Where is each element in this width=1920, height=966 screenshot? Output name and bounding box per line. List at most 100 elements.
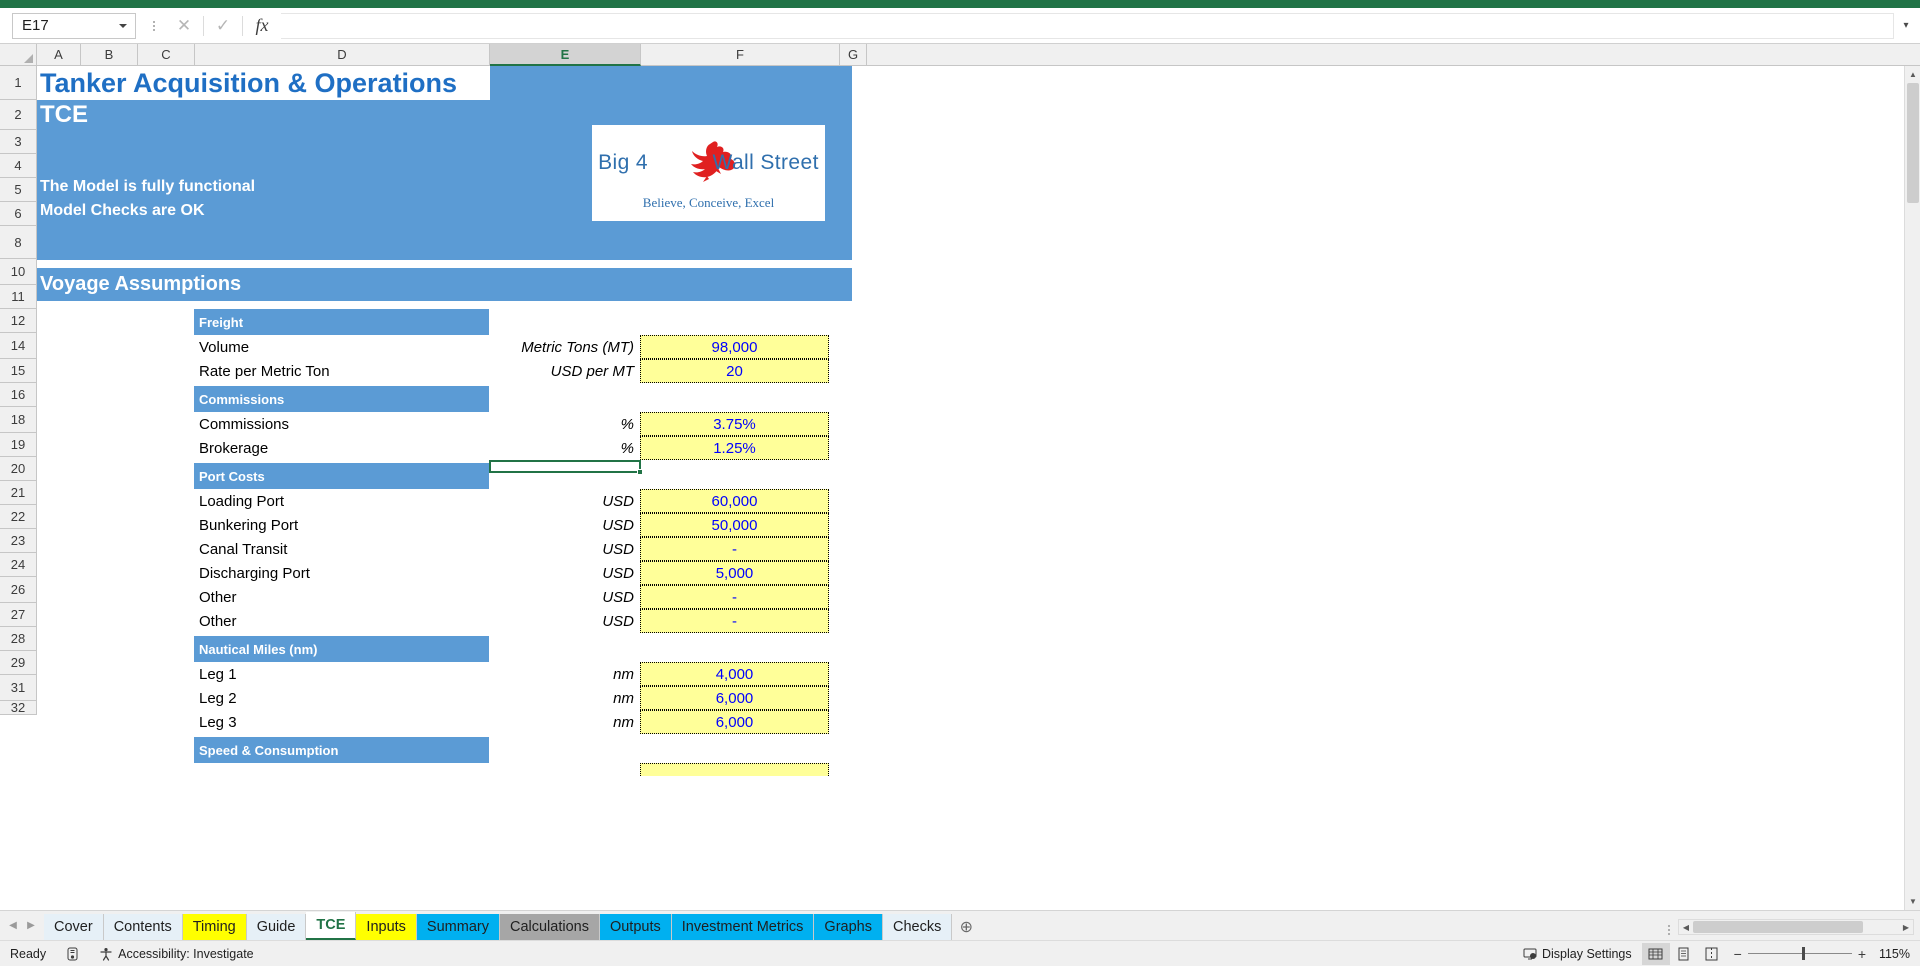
column-header-E[interactable]: E xyxy=(490,44,641,66)
row-header-28[interactable]: 28 xyxy=(0,627,37,651)
scroll-right-button[interactable]: ▶ xyxy=(1899,923,1913,932)
input-cell-speed-partial[interactable] xyxy=(640,763,829,776)
input-cell-commissions[interactable]: 3.75% xyxy=(640,412,829,436)
zoom-slider[interactable]: − + xyxy=(1726,946,1874,962)
row-header-16[interactable]: 16 xyxy=(0,383,37,407)
tab-split-handle[interactable] xyxy=(1668,924,1670,935)
input-cell-other-2[interactable]: - xyxy=(640,609,829,633)
row-header-27[interactable]: 27 xyxy=(0,603,37,627)
input-cell-discharging-port[interactable]: 5,000 xyxy=(640,561,829,585)
row-header-1[interactable]: 1 xyxy=(0,66,37,100)
zoom-out-button[interactable]: − xyxy=(1734,946,1742,962)
sheet-tab-checks[interactable]: Checks xyxy=(882,914,953,940)
confirm-formula-button[interactable]: ✓ xyxy=(204,13,242,39)
row-header-8[interactable]: 8 xyxy=(0,226,37,259)
row-header-10[interactable]: 10 xyxy=(0,259,37,285)
row-header-6[interactable]: 6 xyxy=(0,202,37,226)
row-header-2[interactable]: 2 xyxy=(0,100,37,130)
sheet-tab-timing[interactable]: Timing xyxy=(182,914,247,940)
accessibility-label: Accessibility: Investigate xyxy=(118,946,254,961)
row-header-19[interactable]: 19 xyxy=(0,433,37,457)
row-header-12[interactable]: 12 xyxy=(0,309,37,333)
sheet-tab-outputs[interactable]: Outputs xyxy=(599,914,672,940)
row-header-18[interactable]: 18 xyxy=(0,407,37,433)
vertical-scroll-thumb[interactable] xyxy=(1907,83,1919,203)
row-header-32[interactable]: 32 xyxy=(0,701,37,715)
sheet-tab-cover[interactable]: Cover xyxy=(44,914,104,940)
input-cell-brokerage[interactable]: 1.25% xyxy=(640,436,829,460)
macro-record-button[interactable] xyxy=(56,947,89,961)
scroll-up-button[interactable]: ▲ xyxy=(1905,66,1920,83)
sheet-tab-calculations[interactable]: Calculations xyxy=(499,914,600,940)
input-cell-leg-3[interactable]: 6,000 xyxy=(640,710,829,734)
sheet-tab-guide[interactable]: Guide xyxy=(246,914,307,940)
page-break-icon[interactable] xyxy=(1698,943,1726,965)
normal-view-icon[interactable] xyxy=(1641,942,1670,965)
column-header-G[interactable]: G xyxy=(840,44,867,66)
zoom-track[interactable] xyxy=(1747,947,1852,960)
selected-cell-E17[interactable] xyxy=(489,460,641,473)
display-settings-button[interactable]: Display Settings xyxy=(1513,947,1642,961)
row-header-24[interactable]: 24 xyxy=(0,553,37,577)
expand-formula-bar-button[interactable]: ▾ xyxy=(1896,13,1916,39)
row-header-15[interactable]: 15 xyxy=(0,359,37,383)
formula-bar-drag-handle[interactable] xyxy=(146,13,162,39)
row-header-26[interactable]: 26 xyxy=(0,577,37,603)
horizontal-scroll-track[interactable] xyxy=(1693,920,1899,934)
vertical-scrollbar[interactable]: ▲ ▼ xyxy=(1904,66,1920,910)
horizontal-scroll-thumb[interactable] xyxy=(1693,921,1863,933)
column-header-B[interactable]: B xyxy=(81,44,138,66)
sheet-nav-buttons: ◀ ▶ xyxy=(0,910,44,940)
row-header-23[interactable]: 23 xyxy=(0,529,37,553)
spreadsheet-grid: A B C D E F G 1 2 3 4 5 6 8 10 11 12 14 … xyxy=(0,44,1920,910)
page-layout-icon[interactable] xyxy=(1670,943,1698,965)
row-header-4[interactable]: 4 xyxy=(0,154,37,178)
row-header-3[interactable]: 3 xyxy=(0,130,37,154)
row-header-22[interactable]: 22 xyxy=(0,505,37,529)
sheet-tab-investment-metrics[interactable]: Investment Metrics xyxy=(671,914,815,940)
column-header-D[interactable]: D xyxy=(195,44,490,66)
logo-text-left: Big 4 xyxy=(598,151,649,174)
input-cell-rate-per-metric-ton[interactable]: 20 xyxy=(640,359,829,383)
add-sheet-icon[interactable]: ⊕ xyxy=(952,914,980,940)
row-header-29[interactable]: 29 xyxy=(0,651,37,675)
sheet-tab-summary[interactable]: Summary xyxy=(416,914,500,940)
input-cell-other-1[interactable]: - xyxy=(640,585,829,609)
sheet-tab-graphs[interactable]: Graphs xyxy=(814,914,883,940)
fill-handle[interactable] xyxy=(637,469,643,475)
zoom-in-button[interactable]: + xyxy=(1858,946,1866,962)
formula-input[interactable] xyxy=(281,12,1894,39)
column-header-F[interactable]: F xyxy=(641,44,840,66)
row-header-20[interactable]: 20 xyxy=(0,457,37,481)
accessibility-checker-button[interactable]: Accessibility: Investigate xyxy=(89,947,263,961)
scroll-down-button[interactable]: ▼ xyxy=(1905,893,1920,910)
select-all-button[interactable] xyxy=(0,44,37,66)
prev-sheet-icon[interactable]: ▶ xyxy=(22,913,40,937)
chevron-down-icon[interactable] xyxy=(119,23,127,28)
row-header-14[interactable]: 14 xyxy=(0,333,37,359)
input-cell-canal-transit[interactable]: - xyxy=(640,537,829,561)
row-header-5[interactable]: 5 xyxy=(0,178,37,202)
row-header-11[interactable]: 11 xyxy=(0,285,37,309)
input-cell-leg-2[interactable]: 6,000 xyxy=(640,686,829,710)
scroll-left-button[interactable]: ◀ xyxy=(1679,923,1693,932)
input-cell-loading-port[interactable]: 60,000 xyxy=(640,489,829,513)
sheet-tab-inputs[interactable]: Inputs xyxy=(356,914,417,940)
sheet-tab-tce[interactable]: TCE xyxy=(306,912,357,940)
input-cell-volume[interactable]: 98,000 xyxy=(640,335,829,359)
insert-function-button[interactable]: fx xyxy=(243,13,281,39)
horizontal-scrollbar[interactable]: ◀ ▶ xyxy=(1678,919,1914,935)
name-box[interactable]: E17 xyxy=(12,12,136,39)
input-cell-bunkering-port[interactable]: 50,000 xyxy=(640,513,829,537)
zoom-level-label[interactable]: 115% xyxy=(1874,947,1920,961)
input-cell-leg-1[interactable]: 4,000 xyxy=(640,662,829,686)
tab-bar-right: ◀ ▶ xyxy=(980,919,1920,940)
column-header-C[interactable]: C xyxy=(138,44,195,66)
row-header-31[interactable]: 31 xyxy=(0,675,37,701)
sheet-tab-contents[interactable]: Contents xyxy=(103,914,183,940)
column-header-A[interactable]: A xyxy=(37,44,81,66)
first-sheet-icon[interactable]: ◀ xyxy=(4,913,22,937)
cancel-formula-button[interactable]: ✕ xyxy=(165,13,203,39)
zoom-knob[interactable] xyxy=(1801,947,1805,960)
row-header-21[interactable]: 21 xyxy=(0,481,37,505)
